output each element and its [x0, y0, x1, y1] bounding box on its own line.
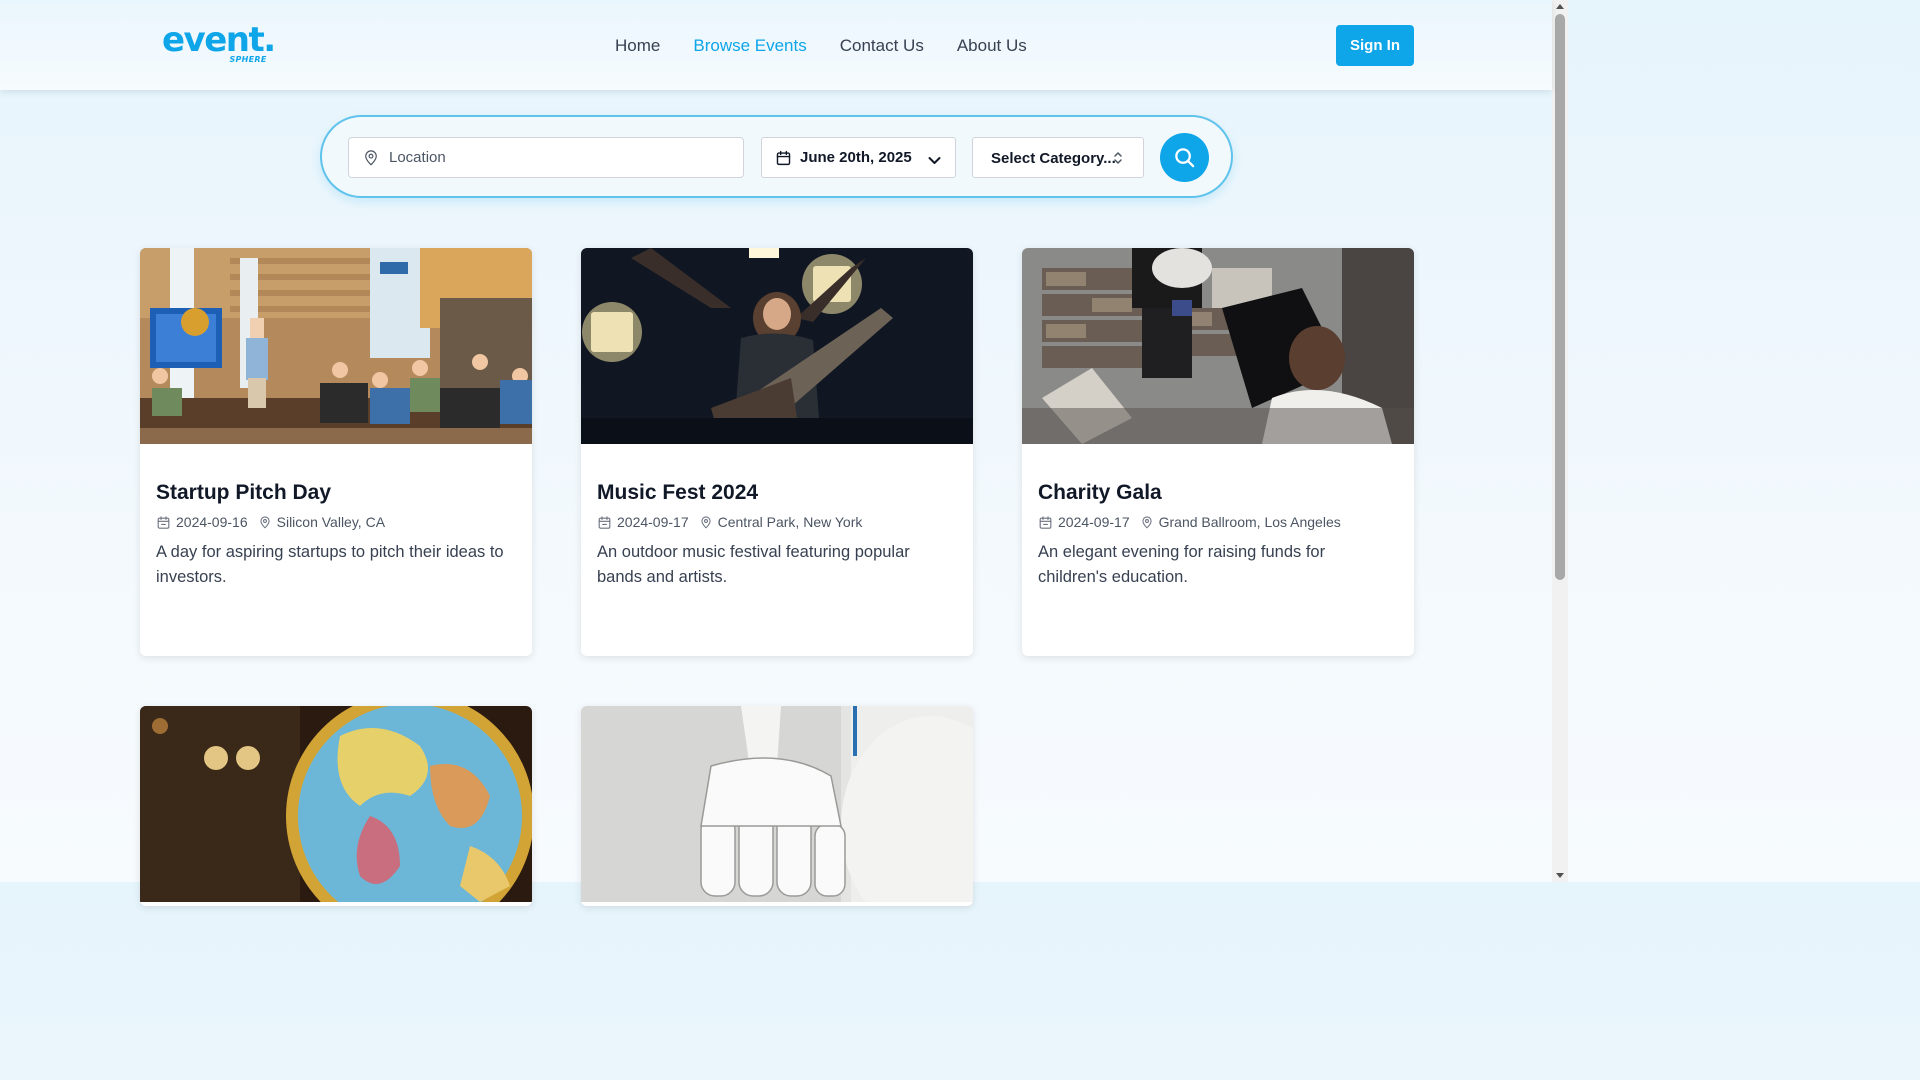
search-icon	[1175, 148, 1195, 168]
selected-category: Select Category...	[991, 150, 1116, 167]
event-description: An elegant evening for raising funds for…	[1038, 543, 1326, 586]
event-date: 2024-09-17	[1058, 514, 1130, 530]
logo-subtitle: SPHERE	[229, 55, 267, 64]
event-title[interactable]: Startup Pitch Day	[156, 480, 516, 506]
nav-home-link[interactable]: Home	[615, 36, 660, 56]
site-header: event. SPHERE Home Browse Events Contact…	[0, 0, 1552, 90]
event-location: Central Park, New York	[717, 514, 863, 530]
map-pin-icon	[362, 148, 380, 173]
event-location: Silicon Valley, CA	[276, 514, 386, 530]
event-title[interactable]: Charity Gala	[1038, 480, 1398, 506]
search-button[interactable]	[1160, 133, 1209, 182]
event-card[interactable]	[140, 706, 532, 906]
event-meta: 2024-09-16 Silicon Valley, CA	[156, 512, 516, 532]
event-meta: 2024-09-17 Grand Ballroom, Los Angeles	[1038, 512, 1398, 532]
site-logo[interactable]: event. SPHERE	[162, 20, 276, 64]
location-field[interactable]	[348, 137, 744, 178]
scroll-up-arrow-icon[interactable]	[1556, 4, 1564, 9]
event-description: A day for aspiring startups to pitch the…	[156, 543, 504, 586]
category-select[interactable]: Select Category...	[972, 137, 1144, 178]
event-image	[581, 248, 973, 444]
event-image	[1022, 248, 1414, 444]
nav-contact-us-link[interactable]: Contact Us	[840, 36, 924, 56]
event-card[interactable]	[581, 706, 973, 906]
map-pin-icon	[1142, 515, 1152, 528]
calendar-icon	[775, 149, 792, 172]
selected-date: June 20th, 2025	[800, 149, 912, 166]
chevron-up-down-icon	[1113, 150, 1123, 171]
event-card[interactable]: Charity Gala 2024-09-17 Grand Ballroom, …	[1022, 248, 1414, 656]
chevron-down-icon	[928, 152, 941, 170]
location-input[interactable]	[389, 138, 729, 177]
event-image	[581, 706, 973, 902]
event-card[interactable]: Music Fest 2024 2024-09-17 Central Park,…	[581, 248, 973, 656]
event-date: 2024-09-17	[617, 514, 689, 530]
logo-wordmark: event.	[162, 20, 276, 60]
scrollbar-thumb[interactable]	[1555, 14, 1565, 580]
main-nav: Home Browse Events Contact Us About Us	[615, 36, 1060, 56]
event-meta: 2024-09-17 Central Park, New York	[597, 512, 957, 532]
calendar-icon	[598, 515, 611, 529]
calendar-icon	[1039, 515, 1052, 529]
date-picker-button[interactable]: June 20th, 2025	[761, 137, 956, 178]
event-location: Grand Ballroom, Los Angeles	[1158, 514, 1341, 530]
calendar-icon	[157, 515, 170, 529]
nav-browse-events-link[interactable]: Browse Events	[693, 36, 806, 56]
event-title[interactable]: Music Fest 2024	[597, 480, 957, 506]
event-image	[140, 248, 532, 444]
event-description: An outdoor music festival featuring popu…	[597, 543, 910, 586]
event-date: 2024-09-16	[176, 514, 248, 530]
scroll-down-arrow-icon[interactable]	[1556, 873, 1564, 878]
sign-in-button[interactable]: Sign In	[1336, 25, 1414, 66]
page-scrollbar[interactable]	[1552, 0, 1568, 882]
map-pin-icon	[701, 515, 711, 528]
event-image	[140, 706, 532, 902]
nav-about-us-link[interactable]: About Us	[957, 36, 1027, 56]
event-card[interactable]: Startup Pitch Day 2024-09-16 Silicon Val…	[140, 248, 532, 656]
event-search-bar: June 20th, 2025 Select Category...	[320, 115, 1233, 198]
map-pin-icon	[260, 515, 270, 528]
